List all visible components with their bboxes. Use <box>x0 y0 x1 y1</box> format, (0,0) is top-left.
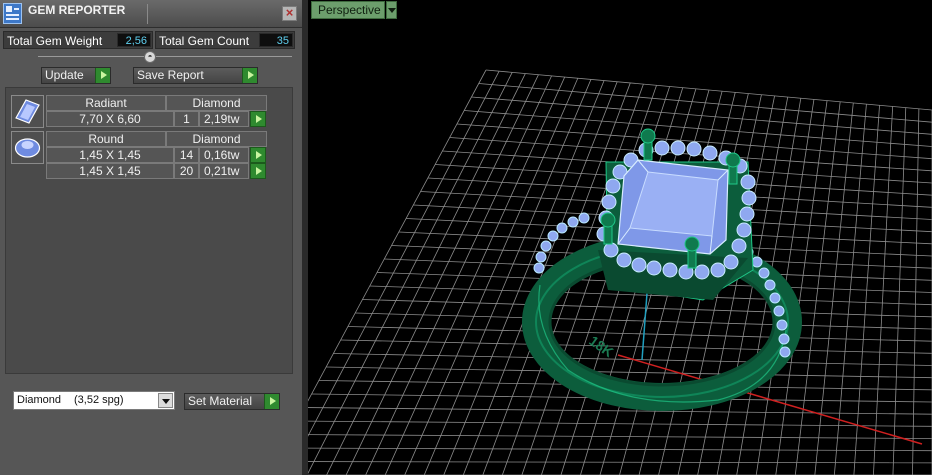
panel-title: GEM REPORTER <box>28 3 126 17</box>
save-report-label: Save Report <box>137 68 204 82</box>
set-material-label: Set Material <box>188 394 253 408</box>
viewport-scene: 18K <box>308 69 932 475</box>
gem-count: 1 <box>174 111 199 127</box>
select-gem-play-icon[interactable] <box>250 147 266 163</box>
ring-model: 18K <box>522 128 802 411</box>
gem-list: Radiant Diamond 7,70 X 6,60 1 2,19tw Rou… <box>5 87 293 374</box>
select-gem-play-icon[interactable] <box>250 163 266 179</box>
gem-size: 1,45 X 1,45 <box>46 163 174 179</box>
gem-size: 7,70 X 6,60 <box>46 111 174 127</box>
update-button[interactable]: Update <box>41 67 111 84</box>
play-icon <box>242 68 257 83</box>
gem-weight: 0,16tw <box>199 147 249 163</box>
gem-reporter-panel: GEM REPORTER × Total Gem Weight 2,56 Tot… <box>0 0 302 475</box>
view-menu-chevron-icon[interactable] <box>386 1 397 19</box>
gem-weight: 2,19tw <box>199 111 249 127</box>
round-gem-icon[interactable] <box>11 131 44 164</box>
gem-material-name: Diamond <box>166 131 267 147</box>
chevron-down-icon[interactable] <box>158 393 173 408</box>
save-report-button[interactable]: Save Report <box>133 67 258 84</box>
grid-line <box>355 312 932 330</box>
total-gem-weight-box: Total Gem Weight 2,56 <box>3 31 153 49</box>
close-button[interactable]: × <box>282 6 297 21</box>
grid-line <box>308 447 932 452</box>
gem-count: 20 <box>174 163 199 179</box>
play-icon <box>264 394 279 409</box>
gem-weight: 0,21tw <box>199 163 249 179</box>
total-gem-weight-value: 2,56 <box>117 33 151 47</box>
total-gem-count-label: Total Gem Count <box>159 34 250 48</box>
splitter-knob-icon[interactable]: ◓ <box>144 51 156 63</box>
gem-size: 1,45 X 1,45 <box>46 147 174 163</box>
gem-reporter-logo-icon <box>3 3 22 24</box>
gem-cut-name: Radiant <box>46 95 166 111</box>
material-select-density: (3,52 spg) <box>74 394 124 406</box>
grid-line <box>308 407 932 415</box>
grid-line <box>326 366 932 379</box>
grid-line <box>308 69 487 402</box>
grid-line <box>347 326 932 342</box>
panel-titlebar: GEM REPORTER × <box>0 0 302 28</box>
total-gem-count-box: Total Gem Count 35 <box>155 31 295 49</box>
set-material-button[interactable]: Set Material <box>184 393 280 410</box>
gem-cut-name: Round <box>46 131 166 147</box>
panel-splitter[interactable] <box>38 56 292 57</box>
material-select[interactable]: Diamond (3,52 spg) <box>13 391 175 410</box>
update-label: Update <box>45 68 84 82</box>
grid-line <box>340 339 932 354</box>
play-icon <box>95 68 110 83</box>
perspective-viewport[interactable]: 18K Perspective <box>308 0 932 475</box>
title-separator <box>147 4 148 24</box>
ring-engraving: 18K <box>586 332 616 360</box>
view-name-tab[interactable]: Perspective <box>311 1 385 19</box>
grid-line <box>308 461 932 464</box>
select-gem-play-icon[interactable] <box>250 111 266 127</box>
gem-material-name: Diamond <box>166 95 267 111</box>
total-gem-count-value: 35 <box>259 33 293 47</box>
material-select-name: Diamond <box>17 394 62 406</box>
radiant-gem-icon[interactable] <box>11 95 44 128</box>
center-radiant-stone <box>617 159 729 255</box>
gem-count: 14 <box>174 147 199 163</box>
total-gem-weight-label: Total Gem Weight <box>7 34 103 48</box>
